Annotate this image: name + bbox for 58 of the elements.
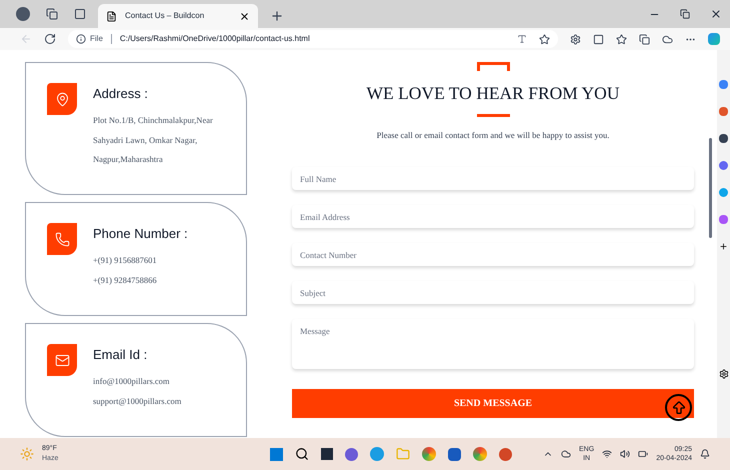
input-field[interactable]: Full Name xyxy=(292,167,694,190)
volume-icon[interactable] xyxy=(620,449,630,459)
new-tab-icon[interactable] xyxy=(270,9,284,23)
input-field[interactable]: Contact Number xyxy=(292,243,694,266)
page-icon xyxy=(106,10,117,22)
browser-tab[interactable]: Contact Us – Buildcon xyxy=(98,4,258,28)
weather-icon xyxy=(20,447,34,461)
favorite-icon[interactable] xyxy=(539,34,550,44)
settings-icon[interactable] xyxy=(718,369,728,379)
copilot-icon[interactable] xyxy=(708,33,720,45)
card-text: Sahyadri Lawn, Omkar Nagar, xyxy=(93,134,198,147)
favorites-icon[interactable] xyxy=(616,34,627,44)
scheme-label: File xyxy=(90,33,103,45)
wifi-icon[interactable] xyxy=(602,449,612,459)
battery-icon[interactable] xyxy=(638,449,648,459)
close-icon[interactable] xyxy=(710,8,722,20)
form-heading: WE LOVE TO HEAR FROM YOU xyxy=(366,82,620,105)
form-subtitle: Please call or email contact form and we will be happy to assist you. xyxy=(376,129,610,142)
card-text: Nagpur,Maharashtra xyxy=(93,153,164,166)
profile-icon[interactable] xyxy=(16,7,30,21)
heading-underline xyxy=(476,114,510,118)
card-title: Email Id : xyxy=(93,346,148,364)
extension-icon[interactable] xyxy=(570,34,581,44)
cloud-icon[interactable] xyxy=(561,449,572,459)
card-text: Plot No.1/B, Chinchmalakpur,Near xyxy=(93,114,213,127)
scroll-to-top-button[interactable] xyxy=(665,394,692,421)
tab-title: Contact Us – Buildcon xyxy=(125,10,206,22)
text-icon[interactable] xyxy=(517,34,527,44)
phone-icon xyxy=(47,223,77,255)
input-field[interactable]: Email Address xyxy=(292,205,694,228)
workspaces-icon[interactable] xyxy=(46,8,58,20)
url-text: C:/Users/Rashmi/OneDrive/1000pillar/contact-us.html xyxy=(120,33,311,45)
add-icon[interactable] xyxy=(719,242,728,251)
card-title: Address : xyxy=(93,85,149,103)
card-text: +(91) 9284758866 xyxy=(93,274,158,287)
email-icon xyxy=(47,344,77,376)
task-view-icon[interactable] xyxy=(320,448,333,460)
start-icon[interactable] xyxy=(270,448,283,460)
card-text: support@1000pillars.com xyxy=(93,394,182,408)
send-message-button[interactable]: SEND MESSAGE xyxy=(292,389,694,418)
bracket-ornament xyxy=(476,62,510,71)
message-field[interactable]: Message xyxy=(292,319,694,369)
up-arrow-icon xyxy=(670,400,686,416)
app-icon[interactable] xyxy=(719,161,728,170)
address-bar[interactable]: File C:/Users/Rashmi/OneDrive/1000pillar/contact-us.html xyxy=(68,30,558,48)
address-icon xyxy=(47,83,77,115)
card-title: Phone Number : xyxy=(93,225,188,243)
collections-icon[interactable] xyxy=(639,34,650,44)
card-text: +(91) 9156887601 xyxy=(93,254,158,267)
card-text: info@1000pillars.com xyxy=(93,375,171,388)
reload-icon[interactable] xyxy=(44,33,56,45)
notification-icon[interactable] xyxy=(700,449,710,459)
close-tab-icon[interactable] xyxy=(239,10,250,22)
restore-icon[interactable] xyxy=(680,9,690,19)
info-icon xyxy=(76,34,86,44)
input-field[interactable]: Subject xyxy=(292,281,694,304)
app-icon[interactable] xyxy=(719,134,728,143)
search-icon[interactable] xyxy=(294,447,309,461)
